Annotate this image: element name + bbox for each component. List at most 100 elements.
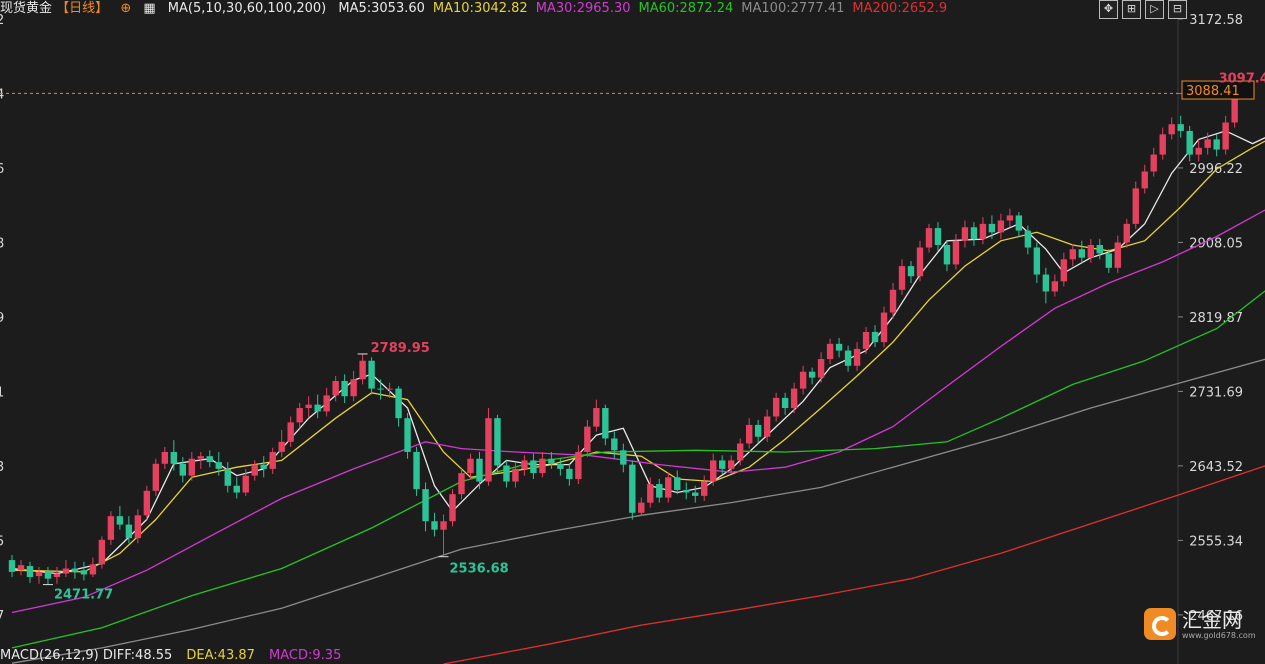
- candle-body: [458, 473, 465, 495]
- candle-body: [593, 408, 600, 427]
- y-tick-label-left: 6: [0, 162, 4, 177]
- candle-body: [143, 490, 151, 516]
- candle-body: [71, 568, 79, 572]
- legend-item-ma30: MA30:2965.30: [535, 1, 631, 16]
- candle-body: [799, 371, 807, 389]
- candle-body: [17, 565, 25, 571]
- candle-body: [242, 475, 249, 493]
- candle-body: [656, 484, 663, 498]
- candle-body: [35, 571, 43, 577]
- candle-body: [1222, 122, 1229, 150]
- candle-body: [1168, 124, 1175, 135]
- brand-watermark: 汇金网 www.gold678.com: [1144, 608, 1256, 640]
- candle-body: [548, 458, 555, 464]
- candle-body: [575, 451, 582, 479]
- zoom-out-icon[interactable]: ⊟: [1168, 0, 1187, 19]
- candle-body: [602, 408, 609, 439]
- annotation-peak: 2789.95: [371, 341, 430, 356]
- candle-body: [1006, 215, 1014, 221]
- y-tick-label: 2731.69: [1189, 385, 1243, 400]
- brand-url: www.gold678.com: [1182, 630, 1256, 640]
- play-icon[interactable]: ▷: [1145, 0, 1164, 19]
- annotation-high: 3097.49: [1219, 71, 1265, 86]
- candle-body: [638, 502, 645, 513]
- y-tick-label: 2819.87: [1189, 311, 1243, 326]
- candle-body: [296, 408, 303, 423]
- candle-body: [692, 492, 699, 496]
- y-tick-label-left: 9: [0, 311, 4, 326]
- zoom-in-icon[interactable]: ⊞: [1122, 0, 1141, 19]
- y-tick-label: 2643.52: [1189, 460, 1243, 475]
- candle-body: [89, 564, 97, 575]
- candle-body: [116, 516, 124, 525]
- y-tick-label-left: 1: [0, 385, 4, 400]
- settings-icon[interactable]: ⊕: [120, 1, 131, 16]
- macd-dea: DEA:43.87: [186, 648, 255, 663]
- candle-body: [404, 418, 411, 452]
- candle-body: [125, 524, 133, 539]
- candle-body: [188, 458, 195, 476]
- candle-body: [449, 494, 456, 522]
- candle-body: [629, 464, 636, 513]
- candle-body: [763, 416, 771, 437]
- candle-body: [206, 456, 213, 463]
- candle-body: [314, 404, 321, 412]
- candle-body: [1033, 247, 1041, 275]
- candle-body: [674, 477, 681, 490]
- candle-body: [961, 227, 969, 241]
- candle-body: [440, 521, 447, 530]
- y-tick-label-left: 8: [0, 236, 4, 251]
- period-label: 【日线】: [56, 1, 109, 16]
- candle-body: [98, 539, 106, 565]
- legend-item-ma5: MA5:3053.60: [338, 1, 425, 16]
- candle-body: [476, 458, 483, 482]
- y-tick-label-left: 5: [0, 534, 4, 549]
- candle-body: [683, 489, 690, 493]
- candlestick-chart: 3172.5823084.4042996.2262908.0582819.879…: [0, 0, 1265, 664]
- candle-body: [251, 464, 258, 476]
- candle-body: [710, 460, 717, 482]
- candle-body: [161, 451, 169, 464]
- candle-body: [179, 463, 187, 476]
- candle-body: [1042, 274, 1050, 292]
- candle-body: [719, 460, 726, 469]
- candle-body: [1114, 242, 1121, 268]
- candle-body: [1204, 139, 1211, 148]
- candle-body: [1132, 188, 1139, 224]
- candle-body: [907, 266, 915, 277]
- crosshair-icon[interactable]: ✥: [1099, 0, 1118, 19]
- candle-body: [305, 404, 312, 409]
- candle-body: [377, 388, 384, 390]
- candle-body: [584, 426, 591, 452]
- indicator-icon[interactable]: ▦: [143, 1, 155, 16]
- candle-body: [970, 227, 978, 240]
- candle-body: [880, 312, 888, 343]
- candle-body: [530, 460, 537, 474]
- candle-body: [278, 441, 285, 452]
- y-tick-label-left: 4: [0, 87, 4, 102]
- candle-body: [934, 228, 942, 245]
- candle-body: [728, 460, 735, 469]
- macd-value: MACD:9.35: [269, 648, 342, 663]
- ma-line-ma200: [443, 465, 1265, 664]
- candle-body: [1024, 230, 1032, 248]
- candle-body: [152, 463, 160, 491]
- chart-legend: 现货黄金 【日线】 ⊕ ▦ MA(5,10,30,60,100,200) MA5…: [0, 0, 963, 18]
- candle-body: [952, 240, 960, 265]
- candle-body: [269, 451, 276, 469]
- annotation-low: 2536.68: [450, 562, 509, 577]
- candle-body: [997, 220, 1005, 233]
- candle-body: [736, 443, 744, 461]
- candle-body: [1069, 249, 1077, 260]
- candle-body: [871, 332, 879, 343]
- legend-item-ma60: MA60:2872.24: [638, 1, 734, 16]
- candle-body: [1213, 139, 1220, 150]
- y-tick-label: 2555.34: [1189, 534, 1243, 549]
- candle-body: [44, 571, 52, 579]
- candle-body: [835, 343, 843, 351]
- candle-body: [521, 460, 528, 469]
- candle-body: [494, 418, 501, 466]
- candle-body: [808, 371, 816, 378]
- candle-body: [323, 395, 330, 412]
- candle-body: [485, 418, 492, 482]
